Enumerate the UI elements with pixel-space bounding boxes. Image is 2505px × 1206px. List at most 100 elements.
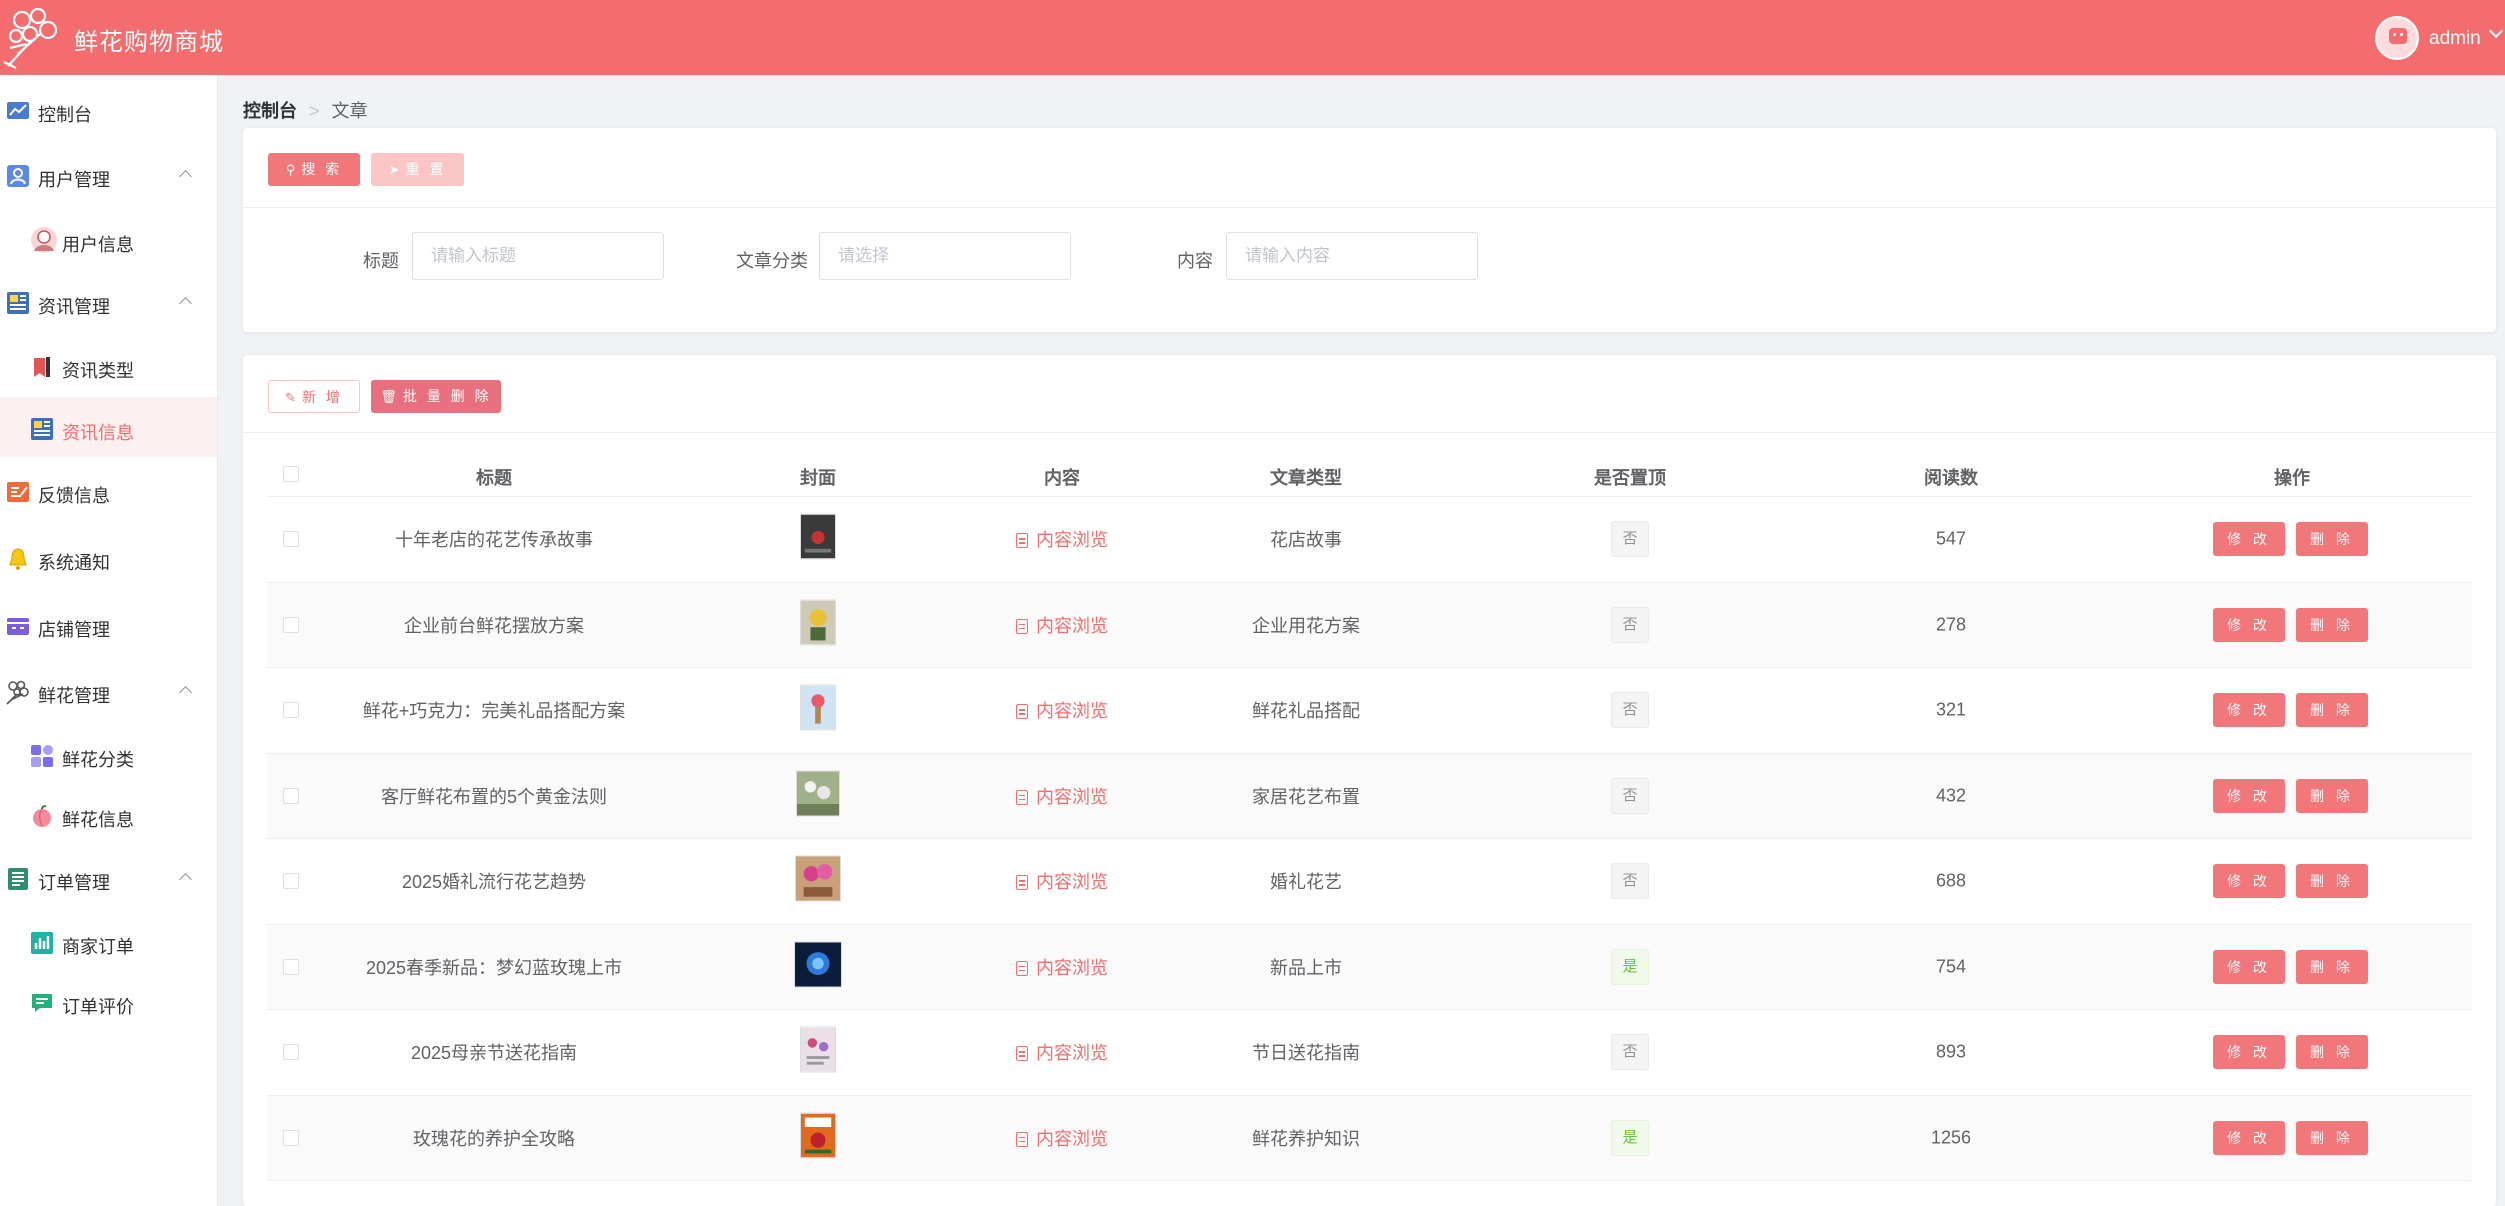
bell-icon <box>9 548 27 570</box>
delete-button[interactable]: 删 除 <box>2296 949 2368 984</box>
title-input[interactable] <box>412 232 664 280</box>
row-checkbox[interactable] <box>283 531 299 548</box>
content-view-link[interactable]: 内容浏览 <box>1016 868 1108 894</box>
chevron-down-icon[interactable] <box>2488 23 2504 39</box>
breadcrumb-home[interactable]: 控制台 <box>243 101 297 121</box>
search-button[interactable]: ⚲ 搜 索 <box>268 153 360 186</box>
sidebar-item-news-type[interactable]: 资讯类型 <box>0 335 217 395</box>
delete-button[interactable]: 删 除 <box>2296 607 2368 642</box>
delete-button[interactable]: 删 除 <box>2296 1120 2368 1155</box>
row-checkbox[interactable] <box>283 1129 299 1146</box>
row-type: 节日送花指南 <box>1252 1043 1360 1064</box>
pinned-tag: 是 <box>1611 1119 1649 1156</box>
column-header-reads: 阅读数 <box>1924 468 1978 488</box>
pinned-tag: 是 <box>1611 948 1649 985</box>
delete-button[interactable]: 删 除 <box>2296 1035 2368 1070</box>
cover-thumbnail[interactable] <box>800 1026 836 1078</box>
cover-thumbnail[interactable] <box>800 1112 836 1163</box>
delete-button[interactable]: 删 除 <box>2296 778 2368 813</box>
sidebar-group-news-management[interactable]: 资讯管理 <box>0 271 217 331</box>
breadcrumb: 控制台 > 文章 <box>243 97 368 123</box>
table-row: 鲜花+巧克力：完美礼品搭配方案 内容浏览 鲜花礼品搭配 否 321 修 改 删 … <box>267 668 2472 754</box>
cover-thumbnail[interactable] <box>795 855 841 907</box>
avatar[interactable] <box>2375 16 2419 60</box>
reset-button[interactable]: ➤ 重 置 <box>371 153 464 186</box>
sidebar-item-flower-category[interactable]: 鲜花分类 <box>0 724 217 784</box>
edit-button[interactable]: 修 改 <box>2213 864 2285 899</box>
content-view-link[interactable]: 内容浏览 <box>1016 954 1108 980</box>
cover-thumbnail[interactable] <box>800 513 836 565</box>
document-icon <box>1016 1131 1028 1147</box>
sidebar-item-order-reviews[interactable]: 订单评价 <box>0 971 217 1031</box>
news-icon <box>7 292 29 314</box>
row-checkbox[interactable] <box>283 616 299 633</box>
pinned-tag: 否 <box>1611 606 1649 643</box>
chevron-up-icon <box>179 686 192 699</box>
table-toolbar: ✎ 新 增 🗑 批 量 删 除 <box>243 355 2496 433</box>
content-view-link[interactable]: 内容浏览 <box>1016 526 1108 552</box>
content-input[interactable] <box>1226 232 1478 280</box>
category-select[interactable] <box>819 232 1071 280</box>
breadcrumb-current: 文章 <box>331 101 368 121</box>
content-view-link[interactable]: 内容浏览 <box>1016 783 1108 809</box>
table-row: 玫瑰花的养护全攻略 内容浏览 鲜花养护知识 是 1256 修 改 删 除 <box>267 1095 2472 1181</box>
order-list-icon <box>8 868 28 890</box>
news-icon <box>31 418 53 440</box>
row-checkbox[interactable] <box>283 873 299 890</box>
sidebar-item-flower-info[interactable]: 鲜花信息 <box>0 784 217 844</box>
edit-button[interactable]: 修 改 <box>2213 1120 2285 1155</box>
row-title: 玫瑰花的养护全攻略 <box>413 1128 575 1149</box>
edit-button[interactable]: 修 改 <box>2213 1035 2285 1070</box>
delete-button[interactable]: 删 除 <box>2296 864 2368 899</box>
row-type: 企业用花方案 <box>1252 615 1360 636</box>
add-button[interactable]: ✎ 新 增 <box>268 380 360 413</box>
row-title: 2025春季新品：梦幻蓝玫瑰上市 <box>365 957 623 978</box>
cover-thumbnail[interactable] <box>800 599 836 650</box>
delete-button[interactable]: 删 除 <box>2296 522 2368 557</box>
search-icon: ⚲ <box>285 162 296 177</box>
delete-button[interactable]: 删 除 <box>2296 693 2368 728</box>
user-menu[interactable]: admin <box>2375 16 2505 60</box>
pinned-tag: 否 <box>1611 777 1649 814</box>
sidebar-group-flower-management[interactable]: 鲜花管理 <box>0 660 217 720</box>
row-checkbox[interactable] <box>283 702 299 719</box>
sidebar-item-user-info[interactable]: 用户信息 <box>0 209 217 269</box>
cover-thumbnail[interactable] <box>796 770 840 821</box>
row-title: 企业前台鲜花摆放方案 <box>404 615 584 636</box>
sidebar-group-user-management[interactable]: 用户管理 <box>0 144 217 204</box>
batch-delete-button[interactable]: 🗑 批 量 删 除 <box>371 380 501 413</box>
sidebar-item-dashboard[interactable]: 控制台 <box>0 79 217 139</box>
row-reads: 893 <box>1935 1041 1967 1062</box>
cover-thumbnail[interactable] <box>794 941 842 992</box>
edit-button[interactable]: 修 改 <box>2213 949 2285 984</box>
table-row: 十年老店的花艺传承故事 内容浏览 花店故事 否 547 修 改 删 除 <box>267 497 2472 583</box>
row-title: 2025婚礼流行花艺趋势 <box>401 872 587 893</box>
content-view-link[interactable]: 内容浏览 <box>1016 697 1108 723</box>
table-header: 标题 封面 内容 文章类型 是否置顶 阅读数 操作 <box>267 452 2472 497</box>
edit-button[interactable]: 修 改 <box>2213 607 2285 642</box>
edit-button[interactable]: 修 改 <box>2213 778 2285 813</box>
sidebar: 控制台 用户管理 用户信息 资讯管理 资讯类型 资讯信息 反馈信息 系统通知 店… <box>0 75 218 1206</box>
column-header-title: 标题 <box>476 468 512 488</box>
content-view-link[interactable]: 内容浏览 <box>1016 1125 1108 1151</box>
edit-button[interactable]: 修 改 <box>2213 693 2285 728</box>
row-type: 新品上市 <box>1270 957 1342 978</box>
content-view-link[interactable]: 内容浏览 <box>1016 1039 1108 1065</box>
row-reads: 754 <box>1935 956 1967 977</box>
sidebar-group-order-management[interactable]: 订单管理 <box>0 847 217 907</box>
content-label: 内容 <box>1177 251 1213 271</box>
cover-thumbnail[interactable] <box>800 684 836 736</box>
row-checkbox[interactable] <box>283 787 299 804</box>
row-checkbox[interactable] <box>283 1044 299 1061</box>
sidebar-item-feedback[interactable]: 反馈信息 <box>0 460 217 520</box>
sidebar-item-system-notice[interactable]: 系统通知 <box>0 527 217 587</box>
content-view-link[interactable]: 内容浏览 <box>1016 612 1108 638</box>
sidebar-item-merchant-orders[interactable]: 商家订单 <box>0 911 217 971</box>
select-all-checkbox[interactable] <box>283 466 299 482</box>
row-checkbox[interactable] <box>283 958 299 975</box>
username[interactable]: admin <box>2429 28 2481 50</box>
edit-button[interactable]: 修 改 <box>2213 522 2285 557</box>
sidebar-item-news-info[interactable]: 资讯信息 <box>0 397 217 457</box>
sidebar-item-store-management[interactable]: 店铺管理 <box>0 594 217 654</box>
row-title: 2025母亲节送花指南 <box>410 1043 578 1064</box>
